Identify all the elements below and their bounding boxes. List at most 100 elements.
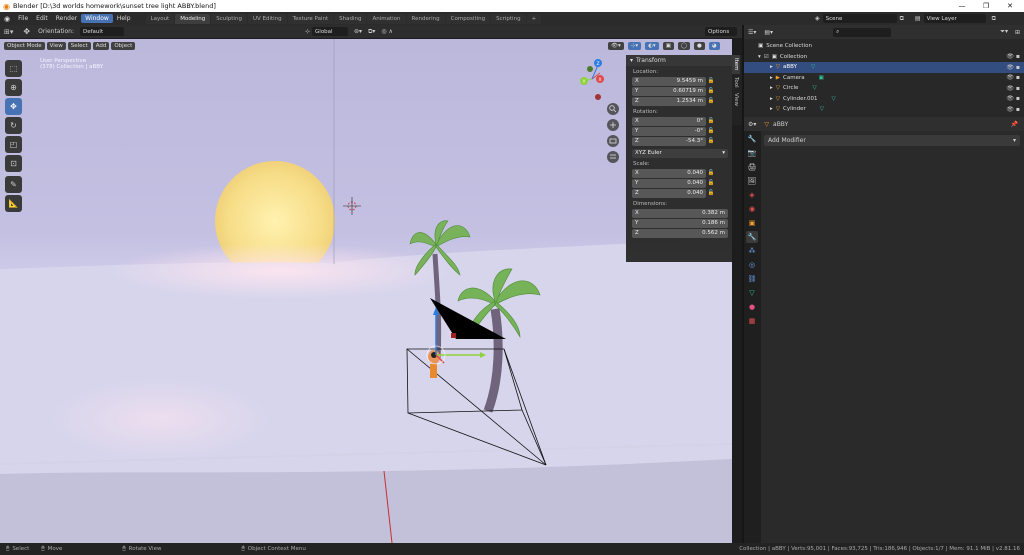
menu-render[interactable]: Render — [52, 14, 81, 23]
close-button[interactable]: ✕ — [998, 0, 1022, 12]
view-layer-selector[interactable]: View Layer — [923, 14, 986, 23]
transform-space-dropdown[interactable]: Global — [312, 27, 349, 36]
outliner-row-collection[interactable]: ▾ ☑ ▣ Collection 👁 ▪ — [744, 52, 1024, 63]
expand-chevron-icon[interactable]: ▸ — [770, 106, 773, 112]
view-layer-browse-icon[interactable]: ⧉ — [992, 15, 996, 23]
visibility-eye-icon[interactable]: 👁 ▪ — [1006, 64, 1020, 71]
add-modifier-dropdown[interactable]: Add Modifier ▾ — [764, 135, 1020, 146]
scale-tool-icon[interactable]: ◰ — [5, 136, 22, 153]
display-mode-icon[interactable]: ▤▾ — [764, 29, 773, 36]
pivot-icon[interactable]: ⊚▾ — [354, 28, 362, 35]
navigation-gizmo[interactable]: X Y Z — [580, 59, 604, 100]
outliner-row-cylinder-001[interactable]: ▸ ▽ Cylinder.001 ▽ 👁 ▪ — [744, 94, 1024, 105]
3d-viewport[interactable]: X Y Z User Perspective (378) Collection … — [0, 39, 732, 543]
location-x-field[interactable]: X 9.5459 m — [632, 76, 706, 86]
tool-properties-icon[interactable]: 🔧 — [746, 133, 758, 145]
object-properties-icon[interactable]: ▣ — [746, 217, 758, 229]
tab-modeling[interactable]: Modeling — [175, 13, 211, 24]
particles-properties-icon[interactable]: ⁂ — [746, 245, 758, 257]
lock-icon[interactable]: 🔓 — [706, 98, 716, 104]
menu-object[interactable]: Object — [111, 42, 136, 50]
options-dropdown[interactable]: Options — [705, 27, 737, 36]
menu-window[interactable]: Window — [81, 14, 113, 23]
scale-z-field[interactable]: Z 0.040 — [632, 188, 706, 198]
dimensions-z-field[interactable]: Z 0.562 m — [632, 228, 728, 238]
lock-icon[interactable]: 🔓 — [706, 118, 716, 124]
physics-properties-icon[interactable]: ◎ — [746, 259, 758, 271]
outliner-row-camera[interactable]: ▸ ▶ Camera ▣ 👁 ▪ — [744, 73, 1024, 84]
visibility-eye-icon[interactable]: 👁 ▪ — [1006, 95, 1020, 102]
properties-editor-icon[interactable]: ⚙▾ — [748, 121, 756, 128]
annotate-tool-icon[interactable]: ✎ — [5, 176, 22, 193]
scene-browse-icon[interactable]: ⧉ — [900, 15, 904, 23]
scene-selector[interactable]: Scene — [822, 14, 897, 23]
outliner-search-input[interactable]: ⌕ — [833, 27, 892, 37]
rotation-y-field[interactable]: Y -0° — [632, 126, 706, 136]
visibility-eye-icon[interactable]: 👁 ▪ — [1006, 85, 1020, 92]
snap-icon[interactable]: ⧉▾ — [368, 28, 375, 36]
menu-help[interactable]: Help — [113, 14, 135, 23]
proportional-edit-icon[interactable]: ◎ ∧ — [381, 28, 393, 35]
outliner-row-abby[interactable]: ▸ ▽ aBBY ▽ 👁 ▪ — [744, 62, 1024, 73]
outliner-row-scene-collection[interactable]: ▣ Scene Collection — [744, 41, 1024, 52]
rotation-x-field[interactable]: X 0° — [632, 116, 706, 126]
minimize-button[interactable]: — — [950, 0, 974, 12]
scale-x-field[interactable]: X 0.040 — [632, 168, 706, 178]
tab-scripting[interactable]: Scripting — [491, 13, 526, 24]
lock-icon[interactable]: 🔓 — [706, 170, 716, 176]
menu-select[interactable]: Select — [67, 42, 91, 50]
expand-chevron-icon[interactable]: ▸ — [770, 64, 773, 70]
tab-sculpting[interactable]: Sculpting — [211, 13, 247, 24]
mode-dropdown[interactable]: Object Mode — [4, 42, 45, 50]
tab-compositing[interactable]: Compositing — [445, 13, 491, 24]
visibility-eye-icon[interactable]: 👁 ▪ — [1006, 106, 1020, 113]
menu-add[interactable]: Add — [92, 42, 110, 50]
outliner-editor-icon[interactable]: ☰▾ — [748, 29, 756, 36]
orientation-dropdown[interactable]: Default — [80, 27, 124, 36]
3d-cursor[interactable] — [343, 197, 361, 215]
tab-animation[interactable]: Animation — [367, 13, 406, 24]
menu-file[interactable]: File — [14, 14, 32, 23]
move-tool-icon[interactable]: ✥ — [5, 98, 22, 115]
material-properties-icon[interactable]: ● — [746, 301, 758, 313]
visibility-icon[interactable]: 👁▾ — [608, 42, 624, 50]
lock-icon[interactable]: 🔓 — [706, 88, 716, 94]
expand-chevron-icon[interactable]: ▾ — [758, 54, 761, 60]
measure-tool-icon[interactable]: 📐 — [5, 195, 22, 212]
new-collection-icon[interactable]: ⊞ — [1015, 29, 1020, 36]
world-properties-icon[interactable]: ◉ — [746, 203, 758, 215]
outliner-row-cylinder[interactable]: ▸ ▽ Cylinder ▽ 👁 ▪ — [744, 104, 1024, 115]
output-properties-icon[interactable]: 🖨 — [746, 161, 758, 173]
dimensions-x-field[interactable]: X 0.382 m — [632, 208, 728, 218]
location-y-field[interactable]: Y 0.60719 m — [632, 86, 706, 96]
visibility-eye-icon[interactable]: 👁 ▪ — [1006, 53, 1020, 60]
pin-icon[interactable]: 📌 — [1011, 121, 1018, 128]
transform-tool-icon[interactable]: ⊡ — [5, 155, 22, 172]
location-z-field[interactable]: Z 1.2534 m — [632, 96, 706, 106]
tab-view[interactable]: View — [732, 90, 740, 109]
rotate-tool-icon[interactable]: ↻ — [5, 117, 22, 134]
lock-icon[interactable]: 🔓 — [706, 190, 716, 196]
lock-icon[interactable]: 🔓 — [706, 78, 716, 84]
filter-icon[interactable]: ⏷▾ — [1000, 28, 1008, 36]
lock-icon[interactable]: 🔓 — [706, 180, 716, 186]
tab-layout[interactable]: Layout — [145, 13, 175, 24]
scale-y-field[interactable]: Y 0.040 — [632, 178, 706, 188]
object-data-properties-icon[interactable]: ▽ — [746, 287, 758, 299]
editor-type-icon[interactable]: ⊞▾ — [4, 28, 13, 36]
render-properties-icon[interactable]: 📷 — [746, 147, 758, 159]
transform-panel-header[interactable]: ▾ Transform — [626, 55, 732, 66]
tab-texture-paint[interactable]: Texture Paint — [287, 13, 334, 24]
shading-rendered-icon[interactable]: ◕ — [708, 42, 720, 50]
maximize-button[interactable]: ❐ — [974, 0, 998, 12]
visibility-eye-icon[interactable]: 👁 ▪ — [1006, 74, 1020, 81]
texture-properties-icon[interactable]: ▦ — [746, 315, 758, 327]
blender-menu-icon[interactable]: ◉ — [4, 15, 10, 23]
overlay-toggle-icon[interactable]: ◐▾ — [645, 42, 659, 50]
cursor-tool-icon[interactable]: ⊕ — [5, 79, 22, 96]
shading-solid-icon[interactable]: ● — [694, 42, 705, 50]
expand-chevron-icon[interactable]: ▸ — [770, 75, 773, 81]
lock-icon[interactable]: 🔓 — [706, 138, 716, 144]
menu-view[interactable]: View — [46, 42, 66, 50]
expand-chevron-icon[interactable]: ▸ — [770, 96, 773, 102]
